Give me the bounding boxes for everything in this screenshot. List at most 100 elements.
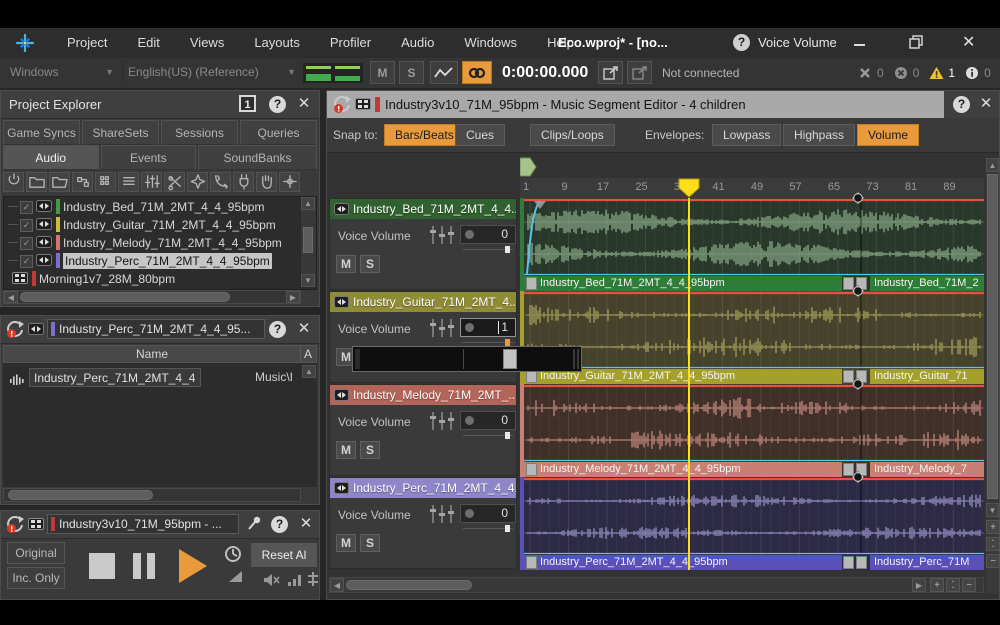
solo-button[interactable]: S [360, 534, 380, 552]
help-icon[interactable]: ? [269, 96, 286, 113]
snap-clips-loops[interactable]: Clips/Loops [530, 124, 615, 146]
tree-item[interactable]: ✓Industry_Melody_71M_2MT_4_4_95bpm [4, 234, 298, 252]
restore-button[interactable] [908, 34, 924, 55]
menu-audio[interactable]: Audio [386, 28, 449, 58]
envelope-lowpass[interactable]: Lowpass [712, 124, 781, 146]
folder-open-icon[interactable] [49, 172, 70, 192]
play-button[interactable] [179, 549, 207, 583]
zoom-out-button[interactable]: − [986, 554, 1000, 568]
mute-button[interactable]: M [336, 441, 356, 459]
solo-toggle[interactable]: S [399, 61, 424, 84]
folder-icon[interactable] [26, 172, 47, 192]
transport-header[interactable]: Industry3v10_71M_95bpm - ... ? ✕ [1, 511, 319, 539]
tab-queries[interactable]: Queries [240, 120, 317, 145]
volume-slider-popup[interactable] [352, 346, 582, 372]
tab-sharesets[interactable]: ShareSets [82, 120, 159, 145]
scroll-up-arrow[interactable]: ▲ [301, 197, 315, 210]
envelope-node[interactable] [851, 191, 865, 210]
effect-icon[interactable] [187, 172, 208, 192]
original-button[interactable]: Original [7, 542, 65, 564]
voice-volume-value-box[interactable]: 0 [460, 225, 516, 244]
help-icon[interactable]: ? [953, 96, 970, 113]
scroll-thumb[interactable] [987, 174, 998, 499]
popup-slider-handle[interactable] [503, 349, 517, 369]
tree-vscrollbar[interactable]: ▲▼ [300, 197, 316, 287]
minimize-button[interactable] [852, 34, 868, 55]
menu-layouts[interactable]: Layouts [239, 28, 315, 58]
voice-volume-value-box[interactable]: 0 [460, 504, 516, 523]
playhead-line[interactable] [688, 198, 690, 570]
plug-icon[interactable] [233, 172, 254, 192]
transport-object-field[interactable]: Industry3v10_71M_95bpm - ... [47, 514, 239, 534]
tree-item[interactable]: ✓Industry_Bed_71M_2MT_4_4_95bpm [4, 198, 298, 216]
contents-hscrollbar[interactable] [3, 488, 301, 502]
clip-trim-handle[interactable] [526, 277, 537, 290]
list-icon[interactable] [118, 172, 139, 192]
volume-bars-icon[interactable] [287, 573, 303, 591]
object-title-field[interactable]: Industry_Perc_71M_2MT_4_4_95... [47, 319, 265, 339]
zoom-out-button[interactable]: − [962, 578, 976, 592]
power-icon[interactable] [3, 172, 24, 192]
track-lane-2[interactable]: Industry_Guitar_71M_2MT_4_4_95bpmIndustr… [520, 291, 984, 384]
playhead-marker[interactable] [677, 178, 701, 203]
close-icon[interactable]: ✕ [297, 515, 315, 533]
menu-windows[interactable]: Windows [449, 28, 532, 58]
tab-game-syncs[interactable]: Game Syncs [3, 120, 80, 145]
language-select[interactable]: English(US) (Reference)▼ [118, 61, 305, 84]
pin-icon[interactable] [247, 515, 263, 536]
scroll-right-arrow[interactable]: ▶ [286, 291, 300, 303]
clip-trim-handle[interactable] [843, 556, 854, 569]
track-header-1[interactable]: Industry_Bed_71M_2MT_4_4...Voice Volume0… [329, 198, 517, 290]
mixer-icon[interactable] [141, 172, 162, 192]
reset-all-button[interactable]: Reset Al [251, 543, 317, 567]
close-icon[interactable]: ✕ [295, 320, 313, 338]
scroll-right-arrow[interactable]: ▶ [912, 578, 926, 592]
volume-mini-slider[interactable] [463, 247, 513, 252]
clip-trim-handle[interactable] [526, 556, 537, 569]
entry-cue-marker[interactable] [520, 157, 538, 182]
fade-ramp-icon[interactable] [229, 571, 242, 582]
envelope-volume[interactable]: Volume [857, 124, 919, 146]
tree-item[interactable]: Morning1v7_28M_80bpm [4, 270, 298, 288]
scroll-up-arrow[interactable]: ▲ [986, 158, 999, 172]
zoom-fit-button[interactable]: ⁚ [946, 578, 960, 592]
tab-soundbanks[interactable]: SoundBanks [198, 145, 317, 170]
envelope-node[interactable] [851, 284, 865, 303]
scroll-left-arrow[interactable]: ◀ [330, 578, 344, 592]
scroll-down-arrow[interactable]: ▼ [301, 274, 315, 287]
track-title-strip[interactable]: Industry_Perc_71M_2MT_4_4... [330, 478, 516, 498]
zoom-in-button[interactable]: + [986, 520, 1000, 534]
platform-select[interactable]: Windows▼ [0, 61, 123, 84]
track-lane-4[interactable]: Industry_Perc_71M_2MT_4_4_95bpmIndustry_… [520, 477, 984, 570]
menu-profiler[interactable]: Profiler [315, 28, 386, 58]
scroll-left-arrow[interactable]: ◀ [4, 291, 18, 303]
track-title-strip[interactable]: Industry_Melody_71M_2MT_... [330, 385, 516, 405]
snap-cues[interactable]: Cues [455, 124, 505, 146]
editor-vscrollbar[interactable]: ▲▼+⁚− [986, 158, 999, 594]
project-explorer-header[interactable]: Project Explorer 1 ? ✕ [1, 91, 319, 119]
menu-project[interactable]: Project [52, 28, 122, 58]
clip-trim-handle[interactable] [526, 463, 537, 476]
hand-icon[interactable] [256, 172, 277, 192]
track-lane-3[interactable]: Industry_Melody_71M_2MT_4_4_95bpmIndustr… [520, 384, 984, 477]
solo-button[interactable]: S [360, 441, 380, 459]
delay-clock-icon[interactable] [223, 544, 243, 569]
envelope-node[interactable] [851, 470, 865, 489]
muted-speaker-icon[interactable] [263, 573, 281, 592]
scroll-thumb[interactable] [8, 490, 153, 500]
clip-trim-handle[interactable] [856, 556, 867, 569]
snap-bars-beats[interactable]: Bars/Beats [384, 124, 465, 146]
fader-icon[interactable] [307, 571, 319, 592]
scroll-thumb[interactable] [346, 580, 472, 590]
help-icon[interactable]: ? [269, 321, 286, 338]
close-icon[interactable]: ✕ [977, 95, 995, 113]
explorer-hscrollbar[interactable]: ◀ ▶ [3, 290, 301, 304]
remote-connect-button[interactable] [598, 61, 623, 84]
checkbox[interactable]: ✓ [20, 237, 33, 250]
track-header-3[interactable]: Industry_Melody_71M_2MT_...Voice Volume0… [329, 384, 517, 476]
editor-hscrollbar[interactable]: ◀▶+⁚− [329, 577, 984, 593]
track-header-4[interactable]: Industry_Perc_71M_2MT_4_4...Voice Volume… [329, 477, 517, 569]
mute-button[interactable]: M [336, 534, 356, 552]
scroll-up-arrow[interactable]: ▲ [302, 365, 316, 378]
envelope-node[interactable] [851, 377, 865, 396]
